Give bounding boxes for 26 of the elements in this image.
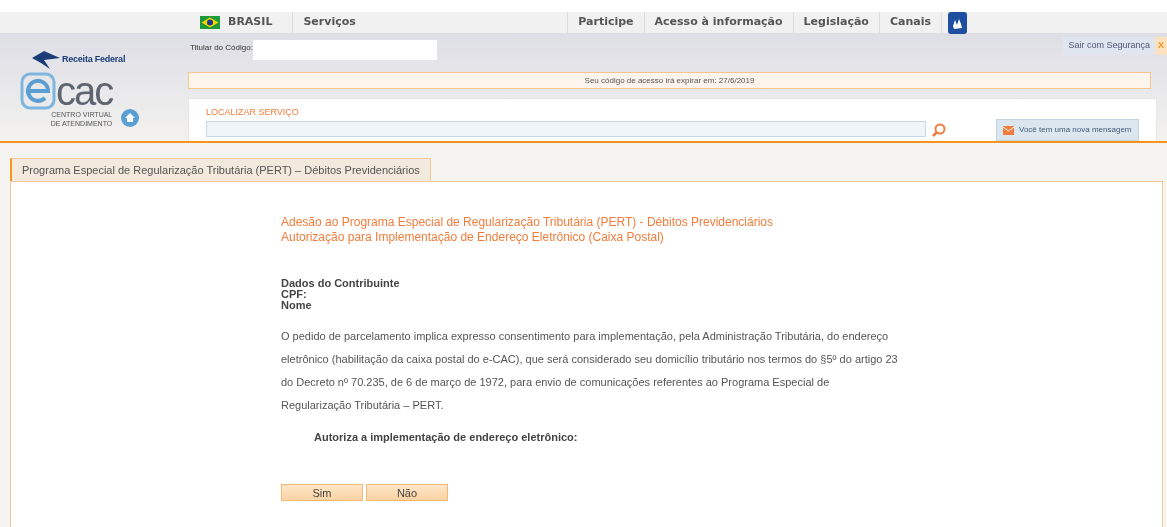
brand-name: Receita Federal (62, 53, 126, 67)
search-field[interactable] (206, 121, 926, 137)
flag-icon (200, 16, 220, 29)
expiry-notice: Seu código de acesso irá expirar em: 27/6/2019 (188, 72, 1151, 89)
page-title: Adesão ao Programa Especial de Regularização Tributária (PERT) - Débitos Previdenciários (281, 215, 774, 230)
taxpayer-field-label: CPF: (281, 289, 308, 300)
bird-logo-icon (32, 51, 60, 69)
search-label: LOCALIZAR SERVIÇO (206, 105, 300, 119)
e-logo-icon (20, 72, 56, 110)
logout-link[interactable]: Sair com Segurança (1063, 37, 1155, 55)
home-icon[interactable] (120, 108, 141, 128)
message-button[interactable]: Você tem uma nova mensagem (996, 119, 1139, 141)
answer-button[interactable]: Não (366, 483, 448, 501)
page-subtitle: Autorização para Implementação de Endereço Eletrônico (Caixa Postal) (281, 230, 665, 245)
consent-paragraph: O pedido de parcelamento implica expresso consentimento para implementação, pela Administração Tributária, do endereço eletrônico (habilitação da caixa postal do e-CAC), que será considerado seu domicílio tributário nos termos do §5º do artigo 23 do Decreto nº 70.235, de 6 de março de 1972, para envio de comunicações referentes ao Programa Especial de Regularização Tributária – PERT. (281, 329, 899, 413)
nav-link[interactable]: Serviços (293, 12, 366, 33)
country-label: BRASIL (228, 14, 273, 31)
envelope-icon (1003, 125, 1014, 135)
answer-button[interactable]: Sim (281, 483, 363, 501)
logo-word: cac (56, 74, 113, 108)
taxpayer-field-label: Nome (281, 300, 313, 311)
search-icon[interactable] (932, 123, 946, 137)
authorization-question: Autoriza a implementação de endereço eletrônico: (313, 430, 579, 445)
holder-label: Titular do Código: (189, 42, 253, 54)
tab[interactable]: Programa Especial de Regularização Tributária (PERT) – Débitos Previdenciários (10, 158, 431, 181)
taxpayer-field-label: Dados do Contribuinte (281, 278, 401, 289)
